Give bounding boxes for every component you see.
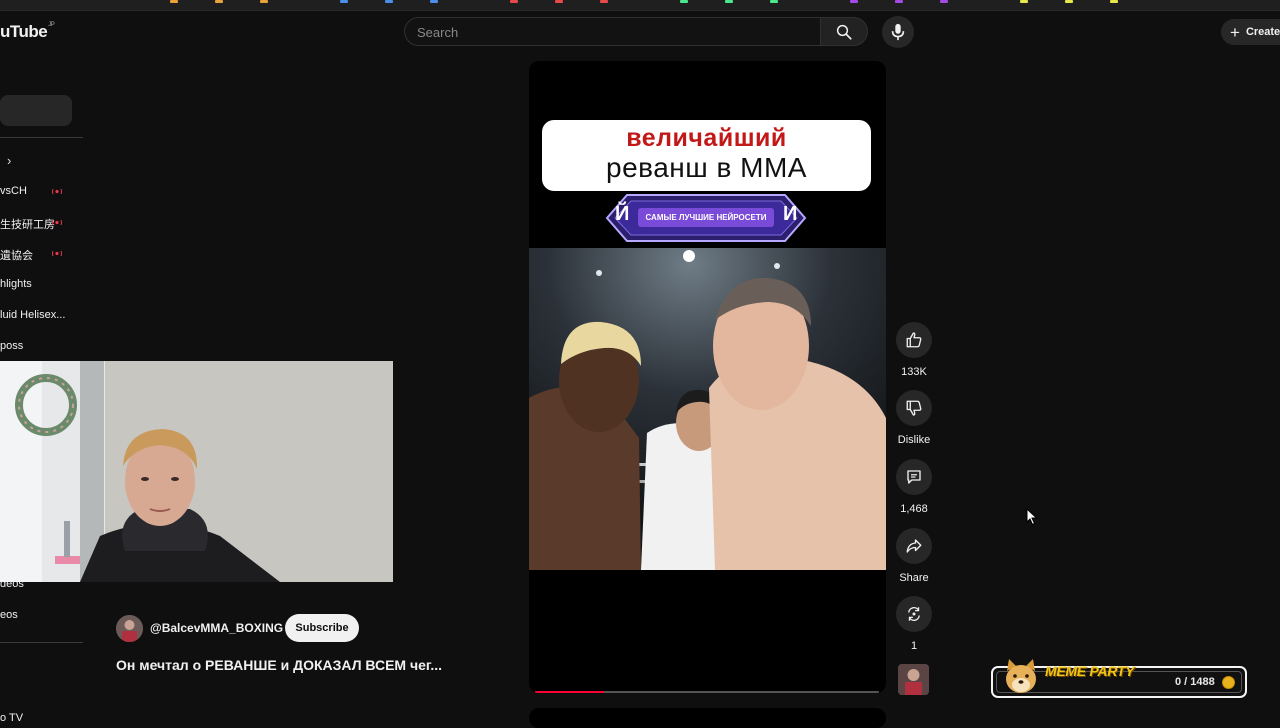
chevron-right-icon[interactable]: ›	[7, 153, 11, 168]
video-caption-box: величайший реванш в ММА	[542, 120, 871, 191]
bookmark-favicon[interactable]	[555, 0, 563, 3]
sidebar-subscription-item[interactable]: poss	[0, 340, 23, 352]
mouse-cursor-icon	[1026, 508, 1038, 526]
search-bar: Search	[404, 17, 868, 48]
meme-party-title: MEME PARTY	[1045, 663, 1135, 679]
bookmark-favicon[interactable]	[680, 0, 688, 3]
dislike-action: Dislike	[896, 390, 932, 446]
channel-name[interactable]: @BalcevMMA_BOXING	[150, 621, 283, 635]
youtube-logo[interactable]: uTubeJP	[0, 22, 55, 42]
live-icon	[52, 188, 62, 195]
sidebar-item-label: poss	[0, 340, 24, 352]
comments-button[interactable]	[896, 459, 932, 495]
sidebar-item[interactable]: eos	[0, 609, 18, 621]
bookmark-favicon[interactable]	[895, 0, 903, 3]
sidebar-subscription-item[interactable]: 遺協会	[0, 247, 33, 263]
bookmark-favicon[interactable]	[1110, 0, 1118, 3]
like-button[interactable]	[896, 322, 932, 358]
sidebar-item-label: vsCH	[0, 185, 27, 197]
bookmark-favicon[interactable]	[1020, 0, 1028, 3]
remix-icon	[908, 607, 920, 621]
bookmark-favicon[interactable]	[770, 0, 778, 3]
sidebar-item-label: 遺協会	[0, 250, 33, 262]
bookmark-favicon[interactable]	[510, 0, 518, 3]
plus-icon: +	[1230, 22, 1240, 42]
share-icon	[906, 539, 922, 553]
search-input[interactable]: Search	[404, 17, 820, 46]
short-title[interactable]: Он мечтал о РЕВАНШЕ и ДОКАЗАЛ ВСЕМ чег..…	[116, 657, 442, 673]
browser-bookmark-strip	[0, 0, 1280, 11]
remix-button[interactable]	[896, 596, 932, 632]
badge-text: САМЫЕ ЛУЧШИЕ НЕЙРОСЕТИ	[645, 213, 767, 222]
sidebar-item[interactable]: o TV	[0, 712, 23, 724]
dislike-label: Dislike	[897, 434, 931, 446]
channel-avatar[interactable]	[116, 615, 143, 642]
short-channel-row: @BalcevMMA_BOXING Subscribe	[116, 614, 376, 642]
caption-line-2: реванш в ММА	[606, 152, 807, 183]
bookmark-favicon[interactable]	[850, 0, 858, 3]
badge-letter-left: Й	[615, 203, 630, 225]
bookmark-favicon[interactable]	[725, 0, 733, 3]
sidebar-item-label: 生技研工房	[0, 219, 55, 231]
bookmark-favicon[interactable]	[170, 0, 178, 3]
sidebar-item-label: luid Helisex...	[0, 309, 66, 321]
bookmark-favicon[interactable]	[600, 0, 608, 3]
ai-badge: Й И САМЫЕ ЛУЧШИЕ НЕЙРОСЕТИ	[599, 189, 813, 247]
voice-search-button[interactable]	[882, 16, 914, 48]
shorts-player[interactable]: величайший реванш в ММА Й И САМЫЕ ЛУЧШИЕ…	[529, 61, 886, 693]
video-frame	[529, 248, 886, 570]
sidebar-subscription-item[interactable]: 生技研工房	[0, 216, 55, 232]
sidebar-item-label: eos	[0, 609, 18, 621]
sidebar-subscription-item[interactable]: vsCH	[0, 185, 27, 197]
thumbs-up-icon	[906, 332, 922, 348]
bookmark-favicon[interactable]	[260, 0, 268, 3]
like-action: 133K	[896, 322, 932, 378]
sidebar-divider	[0, 137, 83, 138]
thumbs-down-icon	[906, 400, 922, 416]
sidebar-divider	[0, 642, 83, 643]
like-count: 133K	[901, 366, 927, 378]
sidebar-selected-item[interactable]	[0, 95, 72, 126]
progress-bar[interactable]	[535, 691, 879, 693]
live-icon	[52, 219, 62, 226]
bookmark-favicon[interactable]	[1065, 0, 1073, 3]
progress-fill	[535, 691, 604, 693]
doge-icon	[1006, 659, 1036, 693]
bookmark-favicon[interactable]	[340, 0, 348, 3]
live-icon	[52, 250, 62, 257]
bookmark-favicon[interactable]	[215, 0, 223, 3]
next-short-preview[interactable]	[529, 708, 886, 728]
search-button[interactable]	[820, 17, 868, 46]
remix-action: 1	[896, 596, 932, 652]
search-placeholder: Search	[417, 25, 459, 40]
logo-text: uTube	[0, 22, 48, 41]
create-label: Create	[1245, 26, 1280, 38]
webcam-overlay	[0, 361, 393, 582]
comment-count: 1,468	[900, 503, 928, 515]
create-button[interactable]: + Create	[1221, 19, 1280, 45]
dislike-button[interactable]	[896, 390, 932, 426]
audio-source-avatar[interactable]	[898, 664, 929, 695]
sidebar-subscription-item[interactable]: luid Helisex...	[0, 309, 65, 321]
caption-line-1: величайший	[626, 124, 787, 152]
meme-party-counter: 0 / 1488	[1175, 676, 1215, 688]
sidebar-item-label: o TV	[0, 712, 24, 724]
microphone-icon	[891, 23, 905, 41]
share-label: Share	[899, 572, 929, 584]
subscribe-button[interactable]: Subscribe	[285, 614, 359, 642]
logo-region: JP	[48, 22, 55, 28]
remix-count: 1	[910, 640, 918, 652]
bookmark-favicon[interactable]	[385, 0, 393, 3]
search-icon	[836, 24, 852, 40]
share-action: Share	[896, 528, 932, 584]
sidebar-item-label: hlights	[0, 278, 32, 290]
sidebar-subscription-item[interactable]: hlights	[0, 278, 32, 290]
badge-letter-right: И	[783, 203, 798, 225]
comment-icon	[907, 470, 921, 484]
coin-icon	[1222, 676, 1235, 689]
bookmark-favicon[interactable]	[940, 0, 948, 3]
comments-action: 1,468	[896, 459, 932, 515]
bookmark-favicon[interactable]	[430, 0, 438, 3]
share-button[interactable]	[896, 528, 932, 564]
